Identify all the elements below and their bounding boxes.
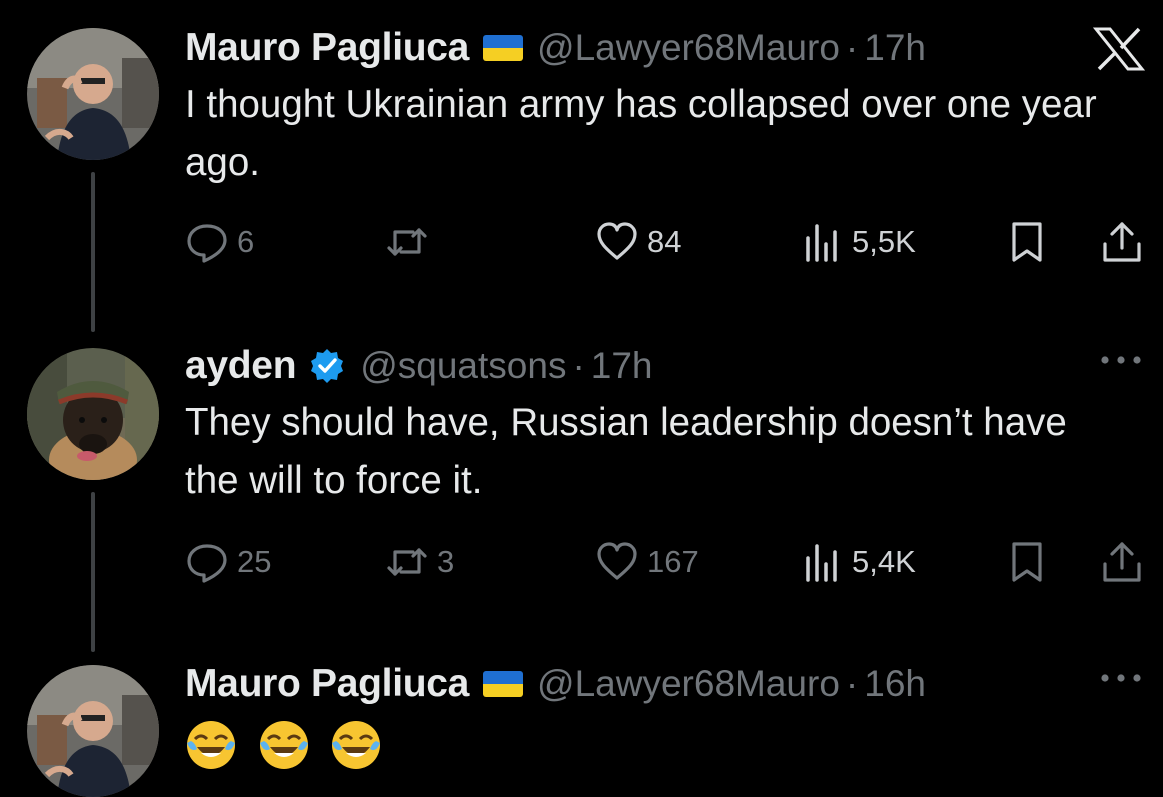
avatar[interactable] (27, 665, 159, 797)
tears-of-joy-emoji (259, 720, 308, 769)
separator-dot: · (845, 663, 859, 704)
share-icon (1103, 222, 1141, 262)
retweet-icon (387, 228, 427, 256)
reply-button[interactable]: 25 (185, 540, 271, 584)
reply-bubble-icon (187, 544, 227, 583)
tweet[interactable]: Mauro Pagliuca @Lawyer68Mauro · 16h (185, 662, 1145, 772)
retweet-button[interactable] (385, 220, 437, 264)
separator-dot: · (845, 27, 859, 68)
display-name[interactable]: Mauro Pagliuca (185, 662, 469, 706)
like-button[interactable]: 167 (595, 540, 699, 584)
heart-icon (597, 542, 637, 580)
heart-icon (597, 222, 637, 260)
share-button[interactable] (1100, 540, 1144, 584)
action-bar: 6 84 5,5K (185, 218, 1145, 266)
timestamp[interactable]: 17h (864, 27, 926, 69)
like-count: 84 (647, 224, 682, 259)
view-count: 5,5K (852, 224, 916, 259)
retweet-count: 3 (437, 544, 455, 579)
thread-line (91, 492, 95, 652)
tears-of-joy-emoji (187, 720, 235, 769)
ukraine-flag-icon (483, 671, 524, 697)
bookmark-icon (1012, 222, 1042, 262)
timestamp[interactable]: 17h (591, 345, 653, 387)
reply-button[interactable]: 6 (185, 220, 254, 264)
view-count: 5,4K (852, 544, 916, 579)
tweet-header: ayden @squatsons · 17h (185, 344, 1145, 388)
action-bar: 25 3 167 5,4K (185, 538, 1145, 586)
bookmark-button[interactable] (1005, 220, 1049, 264)
tweet-text: I thought Ukrainian army has collapsed o… (185, 83, 1097, 184)
separator-dot: · (572, 345, 585, 386)
like-button[interactable]: 84 (595, 220, 681, 264)
tears-of-joy-emoji (332, 720, 381, 769)
share-button[interactable] (1100, 220, 1144, 264)
retweet-icon (387, 548, 427, 576)
timestamp[interactable]: 16h (864, 663, 926, 705)
views-button[interactable]: 5,4K (800, 540, 916, 584)
thread-line (91, 172, 95, 332)
tweet[interactable]: ayden @squatsons · 17h They should have,… (185, 344, 1145, 510)
verified-badge-icon (311, 349, 344, 383)
more-dots-icon[interactable] (1097, 668, 1145, 688)
tweet-header: Mauro Pagliuca @Lawyer68Mauro · 17h (185, 26, 1145, 72)
ukraine-flag-icon (483, 35, 524, 61)
views-bars-icon (806, 224, 837, 262)
more-dots-icon[interactable] (1097, 350, 1145, 370)
avatar[interactable] (27, 348, 159, 480)
tweet-text (185, 714, 1145, 772)
tweet-text: They should have, Russian leadership doe… (185, 401, 1067, 502)
bookmark-icon (1012, 542, 1042, 582)
views-button[interactable]: 5,5K (800, 220, 916, 264)
tweet[interactable]: Mauro Pagliuca @Lawyer68Mauro · 17h I th… (185, 26, 1145, 192)
tweet-header: Mauro Pagliuca @Lawyer68Mauro · 16h (185, 662, 1145, 706)
share-icon (1103, 542, 1141, 582)
like-count: 167 (647, 544, 699, 579)
display-name[interactable]: ayden (185, 344, 297, 388)
bookmark-button[interactable] (1005, 540, 1049, 584)
avatar[interactable] (27, 28, 159, 160)
user-handle[interactable]: @Lawyer68Mauro (537, 663, 840, 705)
user-handle[interactable]: @squatsons (360, 345, 566, 387)
reply-count: 6 (237, 224, 255, 259)
display-name[interactable]: Mauro Pagliuca (185, 26, 469, 70)
reply-count: 25 (237, 544, 272, 579)
x-logo-icon[interactable] (1093, 26, 1145, 72)
reply-bubble-icon (187, 224, 227, 263)
user-handle[interactable]: @Lawyer68Mauro (537, 27, 840, 69)
retweet-button[interactable]: 3 (385, 540, 454, 584)
views-bars-icon (806, 544, 837, 582)
